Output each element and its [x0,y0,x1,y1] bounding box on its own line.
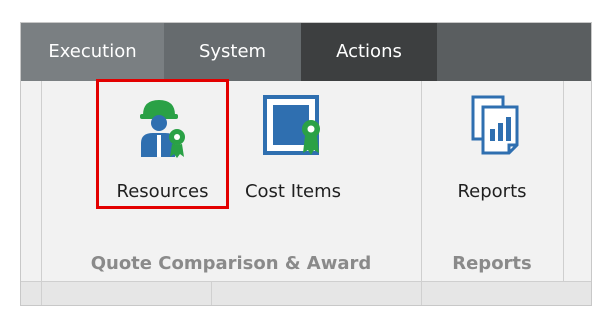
divider [21,281,591,282]
ribbon-separator [421,81,422,281]
certificate-award-icon [263,95,320,155]
divider [211,281,212,305]
divider [421,281,422,305]
divider [41,281,42,305]
cost-items-button[interactable]: Cost Items [233,81,353,226]
tab-system[interactable]: System [164,23,301,81]
tab-actions[interactable]: Actions [301,23,437,81]
ribbon-separator [563,81,564,281]
ribbon-separator [41,81,42,281]
group-label-quote-comparison: Quote Comparison & Award [90,253,372,274]
reports-label: Reports [457,181,527,202]
ribbon-tab-bar: Execution System Actions [21,23,591,81]
app-window: Execution System Actions Resources Cost … [20,22,592,306]
cost-items-label: Cost Items [244,181,342,202]
tab-execution[interactable]: Execution [21,23,164,81]
ribbon-bottom-strip [21,281,591,305]
reports-button[interactable]: Reports [433,81,551,226]
highlight-box [96,79,229,209]
group-label-reports: Reports [452,253,532,274]
report-chart-icon [471,95,519,155]
ribbon-panel: Resources Cost Items Reports Quote Compa… [21,79,591,281]
